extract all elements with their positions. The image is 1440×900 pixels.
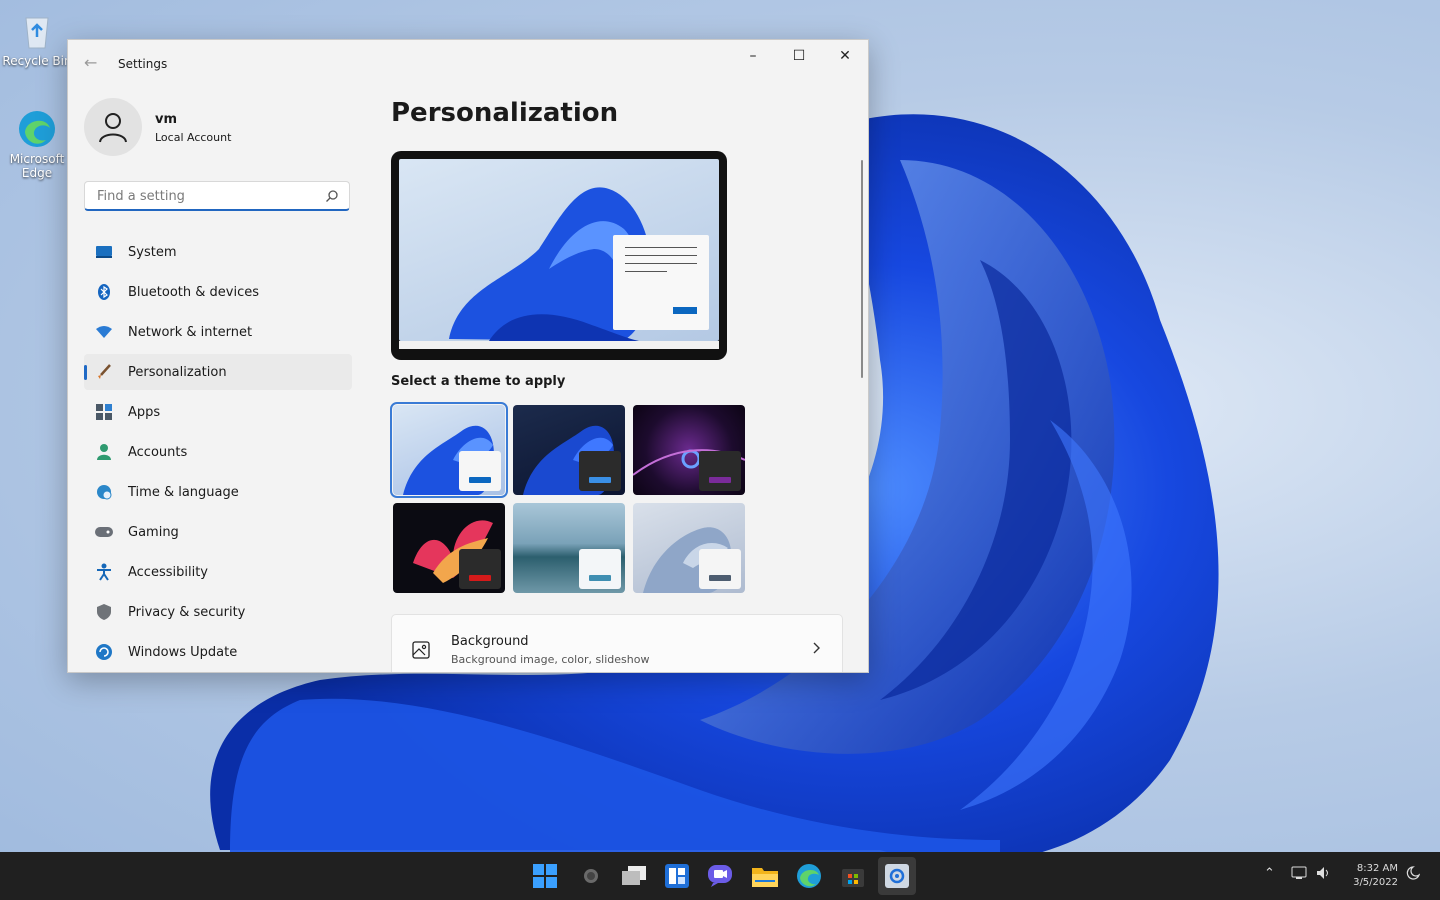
chevron-up-icon[interactable]: ⌃ — [1264, 866, 1275, 881]
sidebar-item-privacy-security[interactable]: Privacy & security — [84, 594, 352, 630]
clock-time: 8:32 AM — [1356, 863, 1398, 874]
bluetooth-icon — [95, 283, 113, 301]
volume-icon[interactable] — [1316, 866, 1332, 884]
sidebar-item-personalization[interactable]: Personalization — [84, 354, 352, 390]
edge-icon — [16, 108, 58, 150]
sidebar-item-label: Bluetooth & devices — [128, 284, 259, 300]
preview-mini-window — [613, 235, 709, 330]
theme-flow[interactable] — [633, 503, 745, 593]
sidebar-item-system[interactable]: System — [84, 234, 352, 270]
system-clock[interactable]: 8:32 AM 3/5/2022 — [1340, 862, 1398, 890]
search-input[interactable] — [95, 188, 319, 205]
store-icon[interactable] — [839, 862, 867, 890]
sidebar-item-label: Gaming — [128, 524, 179, 540]
sidebar-item-apps[interactable]: Apps — [84, 394, 352, 430]
settings-icon[interactable] — [883, 862, 911, 890]
sidebar-item-label: Personalization — [128, 364, 227, 380]
sidebar-item-label: Network & internet — [128, 324, 253, 340]
background-card-title: Background — [451, 634, 529, 649]
gamepad-icon — [95, 523, 113, 541]
accessibility-icon — [95, 563, 113, 581]
sidebar-item-accounts[interactable]: Accounts — [84, 434, 352, 470]
sidebar-item-network[interactable]: Network & internet — [84, 314, 352, 350]
file-explorer-icon[interactable] — [751, 862, 779, 890]
wifi-icon — [95, 323, 113, 341]
theme-mini-window — [699, 549, 741, 589]
sidebar-item-gaming[interactable]: Gaming — [84, 514, 352, 550]
sidebar-item-label: Accessibility — [128, 564, 208, 580]
search-icon[interactable] — [577, 862, 605, 890]
shield-icon — [95, 603, 113, 621]
chevron-right-icon — [813, 642, 820, 654]
edge-icon[interactable] — [795, 862, 823, 890]
theme-mini-window — [699, 451, 741, 491]
theme-windows-light[interactable] — [390, 402, 508, 498]
task-view-icon[interactable] — [620, 862, 648, 890]
sidebar-item-label: Accounts — [128, 444, 188, 460]
clock-date: 3/5/2022 — [1353, 877, 1398, 888]
theme-mini-window — [459, 549, 501, 589]
sidebar-item-label: System — [128, 244, 177, 260]
avatar — [84, 98, 142, 156]
background-setting-card[interactable]: Background Background image, color, slid… — [391, 614, 843, 672]
globe-clock-icon — [95, 483, 113, 501]
background-card-subtitle: Background image, color, slideshow — [451, 653, 650, 666]
theme-mini-window — [579, 451, 621, 491]
preview-taskbar — [399, 341, 719, 349]
widgets-icon[interactable] — [663, 862, 691, 890]
page-title: Personalization — [391, 98, 619, 128]
start-icon[interactable] — [531, 862, 559, 890]
update-icon — [95, 643, 113, 661]
desktop-icon-edge[interactable]: Microsoft Edge — [2, 108, 72, 180]
person-icon — [99, 113, 127, 143]
notification-icon[interactable] — [1406, 866, 1421, 884]
system-icon — [95, 243, 113, 261]
brush-icon — [95, 363, 113, 381]
image-icon — [412, 641, 430, 659]
back-arrow-icon[interactable]: ← — [84, 55, 100, 71]
theme-mini-window — [579, 549, 621, 589]
sidebar-item-label: Time & language — [128, 484, 239, 500]
profile-name: vm — [155, 112, 178, 127]
theme-captured-motion[interactable] — [393, 503, 505, 593]
theme-windows-dark[interactable] — [513, 405, 625, 495]
sidebar-item-windows-update[interactable]: Windows Update — [84, 634, 352, 670]
accounts-icon — [95, 443, 113, 461]
network-icon[interactable] — [1291, 866, 1307, 884]
theme-section-label: Select a theme to apply — [391, 374, 566, 389]
desktop-icon-label: Microsoft Edge — [9, 152, 65, 180]
sidebar-item-accessibility[interactable]: Accessibility — [84, 554, 352, 590]
profile-account-type: Local Account — [155, 131, 232, 144]
apps-icon — [95, 403, 113, 421]
scrollbar[interactable] — [861, 160, 863, 378]
window-title: Settings — [118, 57, 168, 71]
taskbar: ⌃ 8:32 AM 3/5/2022 — [0, 852, 1440, 900]
theme-mini-window — [459, 451, 501, 491]
desktop-icon-label: Recycle Bin — [2, 54, 72, 68]
sidebar-item-bluetooth[interactable]: Bluetooth & devices — [84, 274, 352, 310]
sidebar-item-label: Apps — [128, 404, 161, 420]
search-icon — [326, 190, 338, 202]
theme-sunrise[interactable] — [513, 503, 625, 593]
settings-window: ← Settings – ☐ ✕ vm Local Account System… — [67, 39, 869, 673]
sidebar-item-time-language[interactable]: Time & language — [84, 474, 352, 510]
sidebar-item-label: Privacy & security — [128, 604, 246, 620]
sidebar-item-label: Windows Update — [128, 644, 238, 660]
theme-glow[interactable] — [633, 405, 745, 495]
sidebar-nav: System Bluetooth & devices Network & int… — [84, 234, 352, 672]
recycle-bin-icon — [16, 10, 58, 52]
chat-icon[interactable] — [706, 862, 734, 890]
theme-preview — [391, 151, 727, 360]
search-box[interactable] — [84, 181, 350, 211]
main-content: Personalization Select a theme to apply — [390, 40, 868, 672]
desktop-icon-recycle-bin[interactable]: Recycle Bin — [2, 10, 72, 68]
